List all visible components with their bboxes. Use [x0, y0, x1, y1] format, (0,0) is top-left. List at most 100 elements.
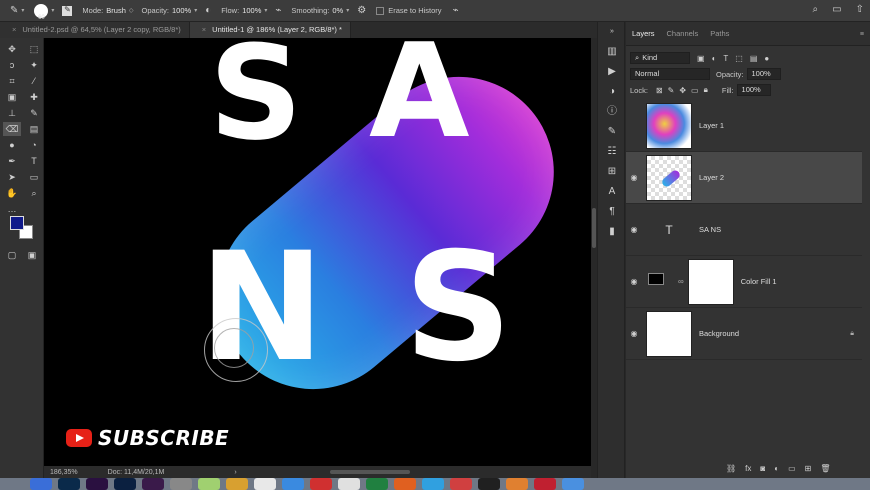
dock-app-icon[interactable] — [198, 478, 220, 490]
flow-input[interactable]: 100% — [242, 6, 261, 15]
path-select-tool-icon[interactable]: ➤ — [3, 170, 21, 184]
healing-tool-icon[interactable]: ✚ — [25, 90, 43, 104]
dock-app-icon[interactable] — [310, 478, 332, 490]
layer-row-layer-2[interactable]: ◉ Layer 2 — [626, 152, 862, 204]
tab-layers[interactable]: Layers — [626, 29, 661, 38]
lasso-tool-icon[interactable]: ↄ — [3, 58, 21, 72]
quick-select-tool-icon[interactable]: ✦ — [25, 58, 43, 72]
share-icon[interactable]: ⇧ — [856, 4, 864, 15]
screen-mode-icon[interactable]: ▣ — [23, 248, 41, 262]
close-icon[interactable]: × — [12, 25, 16, 34]
smoothing-chevron-icon[interactable]: ▾ — [346, 7, 349, 14]
marquee-tool-icon[interactable]: ⬚ — [25, 42, 43, 56]
dock-app-icon[interactable] — [366, 478, 388, 490]
tab-untitled-1[interactable]: × Untitled-1 @ 186% (Layer 2, RGB/8*) * — [189, 22, 351, 38]
move-tool-icon[interactable]: ✥ — [3, 42, 21, 56]
blur-tool-icon[interactable]: ● — [3, 138, 21, 152]
adjustment-layer-icon[interactable]: ◐ — [774, 464, 779, 473]
collapse-icon[interactable]: » — [598, 22, 626, 42]
eye-icon[interactable]: ◉ — [626, 173, 642, 182]
crop-tool-icon[interactable]: ⌗ — [3, 74, 21, 88]
adjustment-filter-icon[interactable]: ◐ — [712, 54, 717, 63]
type-tool-icon[interactable]: T — [25, 154, 43, 168]
eraser-tool-icon[interactable]: ⌫ — [3, 122, 21, 136]
history-icon[interactable]: ▥ — [598, 42, 626, 62]
lock-artboard-icon[interactable]: ▭ — [691, 86, 699, 95]
clone-source-icon[interactable]: ⊞ — [598, 162, 626, 182]
shape-filter-icon[interactable]: ⬚ — [735, 54, 743, 63]
zoom-readout[interactable]: 186,35% — [50, 469, 78, 476]
properties-icon[interactable]: ▮ — [598, 222, 626, 242]
eye-icon[interactable]: ◉ — [626, 277, 642, 286]
dock-app-icon[interactable] — [394, 478, 416, 490]
blend-mode-select[interactable]: Normal — [630, 68, 710, 80]
eye-icon[interactable]: ◉ — [626, 329, 642, 338]
layer-style-fx-icon[interactable]: fx — [745, 464, 751, 473]
pressure-opacity-icon[interactable]: ◐ — [205, 5, 211, 16]
brush-chevron-icon[interactable]: ▾ — [51, 7, 54, 14]
dock-app-icon[interactable] — [506, 478, 528, 490]
dock-app-icon[interactable] — [450, 478, 472, 490]
brush-settings-icon[interactable]: ✎ — [62, 5, 73, 16]
search-icon[interactable]: ⌕ — [813, 4, 819, 15]
hand-tool-icon[interactable]: ✋ — [3, 186, 21, 200]
tool-preset-chevron-icon[interactable]: ▾ — [21, 7, 24, 14]
add-mask-icon[interactable]: ◙ — [760, 464, 765, 473]
smoothing-control[interactable]: Smoothing: 0% ▾ — [291, 6, 349, 15]
erase-history-checkbox[interactable] — [376, 6, 385, 15]
eraser-tool-icon[interactable]: ✎ — [10, 5, 18, 16]
dock-app-icon[interactable] — [562, 478, 584, 490]
type-filter-icon[interactable]: T — [723, 54, 728, 63]
dock-app-icon[interactable] — [422, 478, 444, 490]
flow-control[interactable]: Flow: 100% ▾ — [221, 6, 267, 15]
character-icon[interactable]: A — [598, 182, 626, 202]
mode-control[interactable]: Mode: Brush ◇ — [82, 6, 133, 15]
mode-chevron-icon[interactable]: ◇ — [129, 7, 134, 14]
pen-tool-icon[interactable]: ✒ — [3, 154, 21, 168]
layer-name[interactable]: Layer 2 — [699, 173, 724, 182]
dodge-tool-icon[interactable]: ◔ — [25, 138, 43, 152]
color-icon[interactable]: ◑ — [598, 82, 626, 102]
adjustments-icon[interactable]: ☷ — [598, 142, 626, 162]
brush-tool-icon[interactable]: ✎ — [25, 106, 43, 120]
dock-app-icon[interactable] — [86, 478, 108, 490]
more-tools-icon[interactable]: … — [3, 202, 21, 216]
flow-chevron-icon[interactable]: ▾ — [264, 7, 267, 14]
erase-history-control[interactable]: Erase to History — [376, 6, 444, 15]
new-layer-icon[interactable]: ⊞ — [805, 464, 812, 473]
status-menu-arrow[interactable]: › — [234, 469, 236, 476]
lock-transparent-icon[interactable]: ⊠ — [656, 86, 663, 95]
layer-name[interactable]: SA NS — [699, 225, 721, 234]
tab-paths[interactable]: Paths — [704, 29, 735, 38]
frame-tool-icon[interactable]: ▣ — [3, 90, 21, 104]
dock-app-icon[interactable] — [114, 478, 136, 490]
dock-app-icon[interactable] — [142, 478, 164, 490]
info-icon[interactable]: ⓘ — [598, 102, 626, 122]
dock-app-icon[interactable] — [478, 478, 500, 490]
delete-layer-icon[interactable]: 🗑︎ — [820, 464, 830, 473]
layer-row-background[interactable]: ◉ Background 🔒︎ — [626, 308, 862, 360]
filter-toggle-icon[interactable]: ● — [764, 54, 769, 63]
brush-settings-icon[interactable]: ✎ — [598, 122, 626, 142]
mode-select[interactable]: Brush — [106, 6, 126, 15]
pixel-filter-icon[interactable]: ▣ — [697, 54, 705, 63]
link-icon[interactable]: ∞ — [678, 277, 684, 286]
opacity-chevron-icon[interactable]: ▾ — [194, 7, 197, 14]
shape-tool-icon[interactable]: ▭ — [25, 170, 43, 184]
group-icon[interactable]: ▭ — [788, 464, 796, 473]
horizontal-scrollbar[interactable] — [330, 470, 410, 474]
tab-channels[interactable]: Channels — [661, 29, 705, 38]
stamp-tool-icon[interactable]: ⊥ — [3, 106, 21, 120]
dock-app-icon[interactable] — [338, 478, 360, 490]
dock-app-icon[interactable] — [58, 478, 80, 490]
layer-row-sans[interactable]: ◉ T SA NS — [626, 204, 862, 256]
lock-image-icon[interactable]: ✎ — [668, 86, 675, 95]
close-icon[interactable]: × — [202, 25, 206, 34]
layer-row-layer-1[interactable]: Layer 1 — [626, 100, 862, 152]
opacity-control[interactable]: Opacity: 100% ▾ — [142, 6, 198, 15]
layer-row-color-fill-1[interactable]: ◉ ∞ Color Fill 1 — [626, 256, 862, 308]
tab-untitled-2[interactable]: × Untitled-2.psd @ 64,5% (Layer 2 copy, R… — [0, 22, 190, 38]
layer-name[interactable]: Layer 1 — [699, 121, 724, 130]
smoothing-options-gear-icon[interactable]: ⚙ — [357, 5, 366, 16]
actions-icon[interactable]: ▶ — [598, 62, 626, 82]
